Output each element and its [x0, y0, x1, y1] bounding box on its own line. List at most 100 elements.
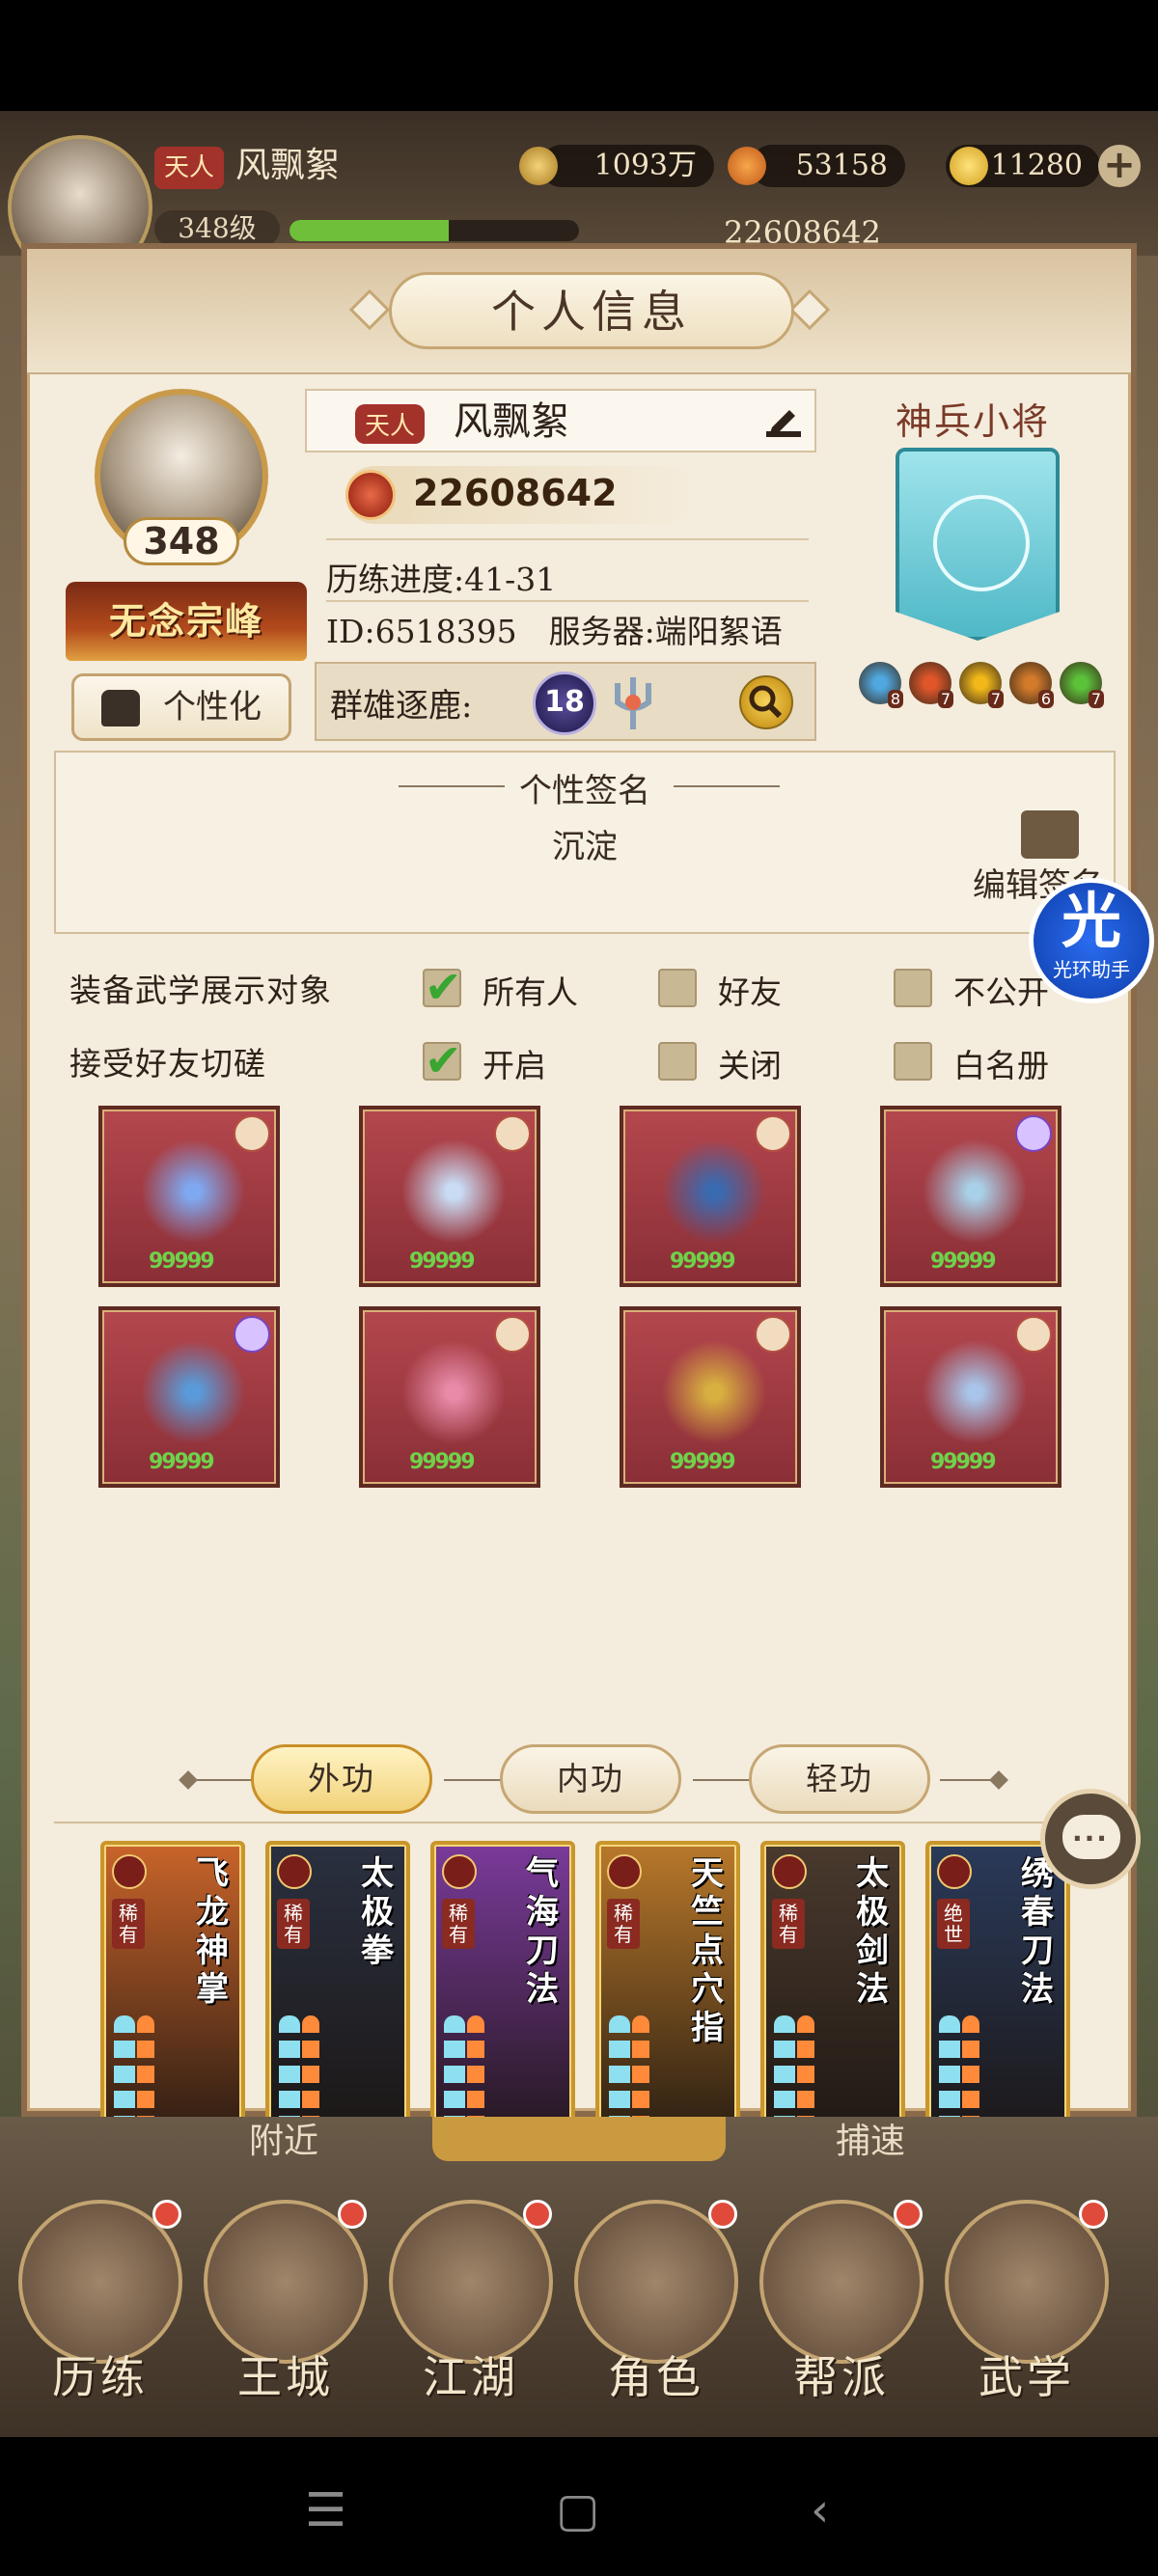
tab-0[interactable]: 外功 — [251, 1744, 432, 1814]
divider — [326, 538, 809, 540]
notification-dot — [894, 2200, 923, 2229]
gold-coin-icon — [519, 147, 558, 185]
nearby-label[interactable]: 附近 — [249, 2113, 318, 2163]
nav-label: 江湖 — [423, 2351, 519, 2403]
notification-dot — [338, 2200, 367, 2229]
divider — [326, 600, 809, 602]
nav-item-4[interactable]: 帮派 — [755, 2200, 928, 2422]
helper-label: 光环助手 — [1053, 958, 1130, 981]
equipment-slot-boots[interactable]: 99999 — [880, 1106, 1062, 1287]
divider — [693, 1779, 751, 1781]
equipment-stars: 99999 — [409, 1450, 476, 1474]
ring-icon — [923, 1339, 1027, 1445]
shirt-icon — [101, 690, 140, 726]
arena-rank-medal: 18 — [533, 671, 596, 735]
edit-name-icon[interactable] — [764, 406, 803, 439]
menu-icon[interactable]: ☰ — [305, 2483, 346, 2537]
nav-item-2[interactable]: 江湖 — [384, 2200, 558, 2422]
arena-rank-label: 群雄逐鹿: — [330, 687, 473, 726]
option-checkbox[interactable] — [423, 961, 462, 1013]
search-icon[interactable] — [739, 675, 793, 729]
equipment-stars: 99999 — [149, 1450, 215, 1474]
quality-tag-icon — [1015, 1316, 1052, 1353]
equipment-slot-ring[interactable]: 99999 — [880, 1306, 1062, 1488]
quality-tag-icon — [494, 1115, 531, 1152]
skill-rarity: 稀有 — [277, 1899, 310, 1949]
equipment-slot-bracelet[interactable]: 99999 — [620, 1306, 801, 1488]
option-checkbox[interactable] — [658, 1042, 697, 1081]
hud-player-name: 天人 风飘絮 — [154, 145, 560, 189]
customize-button-label: 个性化 — [163, 688, 262, 726]
signature-title: 个性签名 — [519, 772, 650, 810]
skill-name: 飞龙神掌 — [196, 1854, 229, 2009]
tab-1[interactable]: 内功 — [500, 1744, 681, 1814]
arena-rank-box: 群雄逐鹿: 18 — [315, 662, 816, 741]
rank-gem-icon: 7 — [1060, 662, 1104, 708]
nav-item-1[interactable]: 王城 — [199, 2200, 372, 2422]
hud-title-badge: 天人 — [154, 147, 225, 189]
quality-tag-icon — [234, 1316, 270, 1353]
equipment-slot-belt[interactable]: 99999 — [620, 1106, 801, 1287]
recharge-plus-icon[interactable]: + — [1098, 145, 1141, 187]
notification-dot — [523, 2200, 552, 2229]
scroll-icon[interactable] — [1021, 810, 1079, 859]
option-label: 好友 — [718, 973, 782, 1011]
belt-icon — [662, 1138, 766, 1245]
home-icon[interactable]: ▢ — [556, 2483, 599, 2537]
exp-bar — [290, 220, 579, 241]
quality-tag-icon — [494, 1316, 531, 1353]
nav-label: 武学 — [979, 2351, 1075, 2403]
notification-dot — [152, 2200, 181, 2229]
sect-emblem-icon — [937, 1854, 972, 1889]
boots-icon — [923, 1138, 1027, 1245]
bracelet-icon — [662, 1339, 766, 1445]
rank-gem-count: 6 — [1037, 690, 1054, 708]
nav-item-3[interactable]: 角色 — [569, 2200, 743, 2422]
sect-emblem-icon — [607, 1854, 642, 1889]
combat-power-value: 22608642 — [413, 472, 618, 514]
divider — [444, 1779, 502, 1781]
customize-button[interactable]: 个性化 — [71, 673, 291, 741]
rank-gem-count: 7 — [937, 690, 953, 708]
nav-item-5[interactable]: 武学 — [940, 2200, 1114, 2422]
chat-button[interactable]: ··· — [1040, 1789, 1141, 1889]
back-icon[interactable]: ‹ — [811, 2483, 829, 2537]
rank-title: 神兵小将 — [896, 400, 1051, 443]
equipment-slot-pendant[interactable]: 99999 — [359, 1306, 540, 1488]
skill-rarity: 稀有 — [607, 1899, 640, 1949]
skill-name: 太极拳 — [361, 1854, 394, 1970]
notification-dot — [1079, 2200, 1108, 2229]
option-checkbox[interactable] — [423, 1034, 462, 1086]
skill-name: 绣春刀法 — [1021, 1854, 1054, 2009]
option-checkbox[interactable] — [894, 969, 932, 1007]
equipment-slot-robe[interactable]: 99999 — [359, 1106, 540, 1287]
tiger-emblem-icon — [933, 495, 1030, 591]
rank-gem-icon: 6 — [1009, 662, 1054, 708]
equipment-stars: 99999 — [149, 1249, 215, 1274]
title-ornament-right — [788, 288, 831, 331]
rank-banner[interactable] — [896, 448, 1060, 641]
challenge-button[interactable] — [432, 2117, 726, 2161]
nav-item-0[interactable]: 历练 — [14, 2200, 187, 2422]
power-gem-icon — [345, 470, 396, 520]
option-label: 开启 — [482, 1047, 546, 1084]
equipment-slot-necklace[interactable]: 99999 — [98, 1306, 280, 1488]
player-name-box: 天人 风飘絮 — [305, 389, 816, 452]
tab-2[interactable]: 轻功 — [749, 1744, 930, 1814]
divider-ornament — [989, 1770, 1008, 1790]
equipment-slot-sword[interactable]: 99999 — [98, 1106, 280, 1287]
option-checkbox[interactable] — [894, 1042, 932, 1081]
accept-spar-label: 接受好友切磋 — [69, 1045, 266, 1082]
option-checkbox[interactable] — [658, 969, 697, 1007]
skill-rarity: 稀有 — [112, 1899, 145, 1949]
display-target-label: 装备武学展示对象 — [69, 972, 332, 1009]
trident-icon — [615, 677, 651, 729]
skill-name: 天竺点穴指 — [691, 1854, 724, 2047]
skill-name: 气海刀法 — [526, 1854, 559, 2009]
helper-float-button[interactable]: 光 光环助手 — [1029, 878, 1154, 1003]
hud-name-text: 风飘絮 — [235, 146, 341, 185]
catch-label[interactable]: 捕速 — [836, 2113, 905, 2163]
divider-ornament — [179, 1770, 198, 1790]
pendant-icon — [401, 1339, 506, 1445]
hud-level: 348级 — [154, 210, 280, 247]
